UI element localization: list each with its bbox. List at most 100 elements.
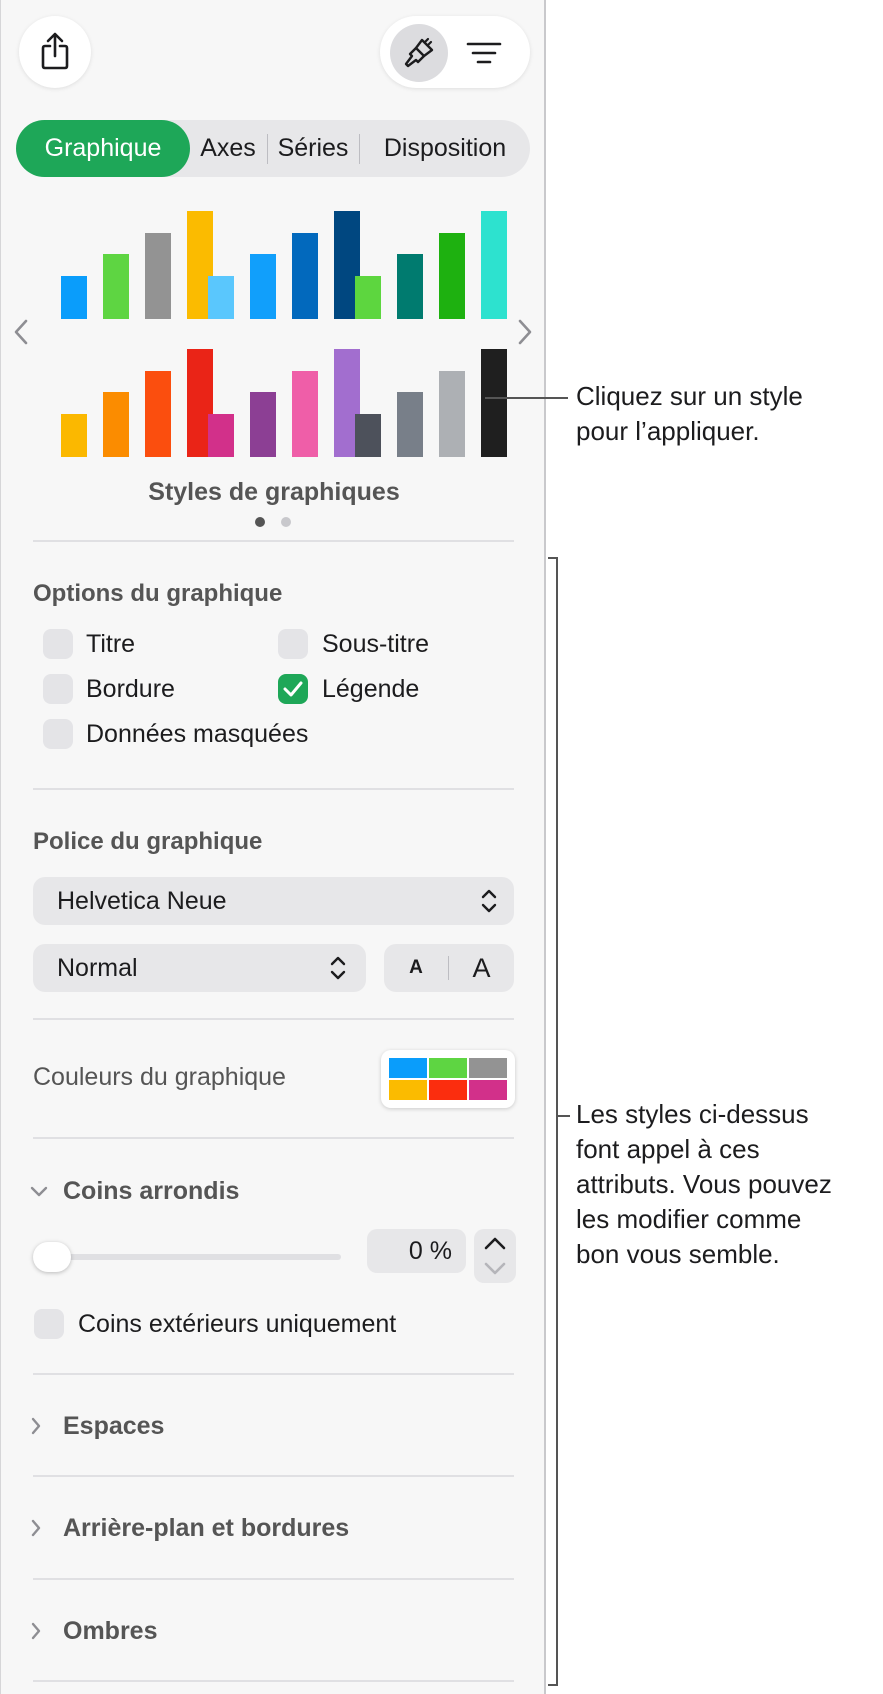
color-swatch [429,1058,467,1078]
callout-attributes-line-2: font appel à ces [576,1134,760,1164]
rounded-corners-title: Coins arrondis [63,1177,240,1205]
checkmark-icon [283,681,303,697]
chart-style-bar [103,254,129,319]
chart-style-bar [145,233,171,319]
color-swatch [389,1080,427,1100]
chart-style-bar [292,233,318,319]
chart-style-bar [208,276,234,319]
rounded-corners-value[interactable]: 0 % [367,1229,466,1273]
chevron-left-icon[interactable] [13,318,29,346]
divider [33,1137,514,1139]
rounded-corners-slider-knob[interactable] [33,1242,71,1272]
chevron-down-icon[interactable] [483,1261,507,1277]
chart-style-thumbnail[interactable] [59,207,213,319]
share-icon [41,32,69,70]
color-swatch [469,1080,507,1100]
callout-leader-line [485,397,568,399]
chevron-right-icon [31,1417,41,1435]
inspector-toolbar [380,16,530,88]
checkbox-donnees-masquees[interactable] [43,719,73,749]
tab-graphique[interactable]: Graphique [16,120,190,177]
callout-styles: Cliquez sur un style pour l’appliquer. [576,379,803,449]
increase-font-size-button[interactable]: A [449,944,514,992]
section-espaces-label: Espaces [63,1412,165,1440]
chart-style-bar [481,211,507,319]
chart-style-thumbnail[interactable] [353,345,507,457]
divider [33,540,514,542]
divider [33,1373,514,1375]
checkbox-titre-label: Titre [86,630,136,658]
callout-attributes-line-5: bon vous semble. [576,1239,780,1269]
page-dot[interactable] [281,517,291,527]
callout-bracket-bottom [548,1684,558,1686]
font-style-popup[interactable]: Normal [33,944,366,992]
font-family-value: Helvetica Neue [57,887,227,915]
color-swatch [429,1080,467,1100]
checkbox-bordure-label: Bordure [86,675,175,703]
updown-chevron-icon [330,956,346,980]
chart-colors-label: Couleurs du graphique [33,1063,286,1091]
checkbox-legende-label: Légende [322,675,420,703]
chart-style-bar [208,414,234,457]
callout-styles-line-2: pour l’appliquer. [576,416,760,446]
share-button[interactable] [19,16,91,88]
section-arriere-plan[interactable]: Arrière-plan et bordures [29,1510,529,1550]
chart-style-bar [355,414,381,457]
page-dot-active[interactable] [255,517,265,527]
callout-bracket-vertical [556,557,558,1686]
rounded-corners-header[interactable]: Coins arrondis [29,1173,529,1213]
section-arriere-plan-label: Arrière-plan et bordures [63,1514,350,1542]
paintbrush-icon [404,37,434,68]
chart-styles-title: Styles de graphiques [148,478,400,506]
chart-style-thumbnail[interactable] [353,207,507,319]
checkbox-legende[interactable] [278,674,308,704]
checkbox-bordure[interactable] [43,674,73,704]
format-button[interactable] [390,24,448,82]
chart-style-bar [481,349,507,457]
format-sidebar: Graphique Axes Séries Disposition Styles… [0,0,546,1694]
chevron-up-icon[interactable] [483,1235,507,1251]
checkbox-outer-corners[interactable] [34,1309,64,1339]
chart-style-thumbnail[interactable] [206,345,360,457]
section-espaces[interactable]: Espaces [29,1408,529,1448]
section-ombres[interactable]: Ombres [29,1613,529,1653]
chart-colors-button[interactable] [381,1050,515,1108]
rounded-corners-stepper[interactable] [474,1229,516,1283]
chevron-right-icon[interactable] [517,318,533,346]
checkbox-sous-titre-label: Sous-titre [322,630,429,658]
chart-style-bar [250,392,276,457]
font-family-popup[interactable]: Helvetica Neue [33,877,514,925]
chevron-down-icon [30,1186,48,1197]
section-ombres-label: Ombres [63,1617,158,1645]
chart-style-bar [250,254,276,319]
font-size-buttons: A A [384,944,514,992]
tab-disposition[interactable]: Disposition [360,120,530,177]
rounded-corners-slider-track[interactable] [33,1254,341,1260]
chart-style-bar [145,371,171,457]
checkbox-outer-corners-label: Coins extérieurs uniquement [78,1310,397,1338]
chevron-right-icon [31,1622,41,1640]
chart-font-title: Police du graphique [33,828,263,855]
checkbox-sous-titre[interactable] [278,629,308,659]
tab-series[interactable]: Séries [268,120,358,177]
divider [33,1680,514,1682]
callout-bracket-tick [556,1115,570,1117]
callout-attributes-line-1: Les styles ci-dessus [576,1099,809,1129]
chart-style-bar [397,392,423,457]
font-style-value: Normal [57,954,138,982]
color-swatch [469,1058,507,1078]
divider [33,1475,514,1477]
decrease-font-size-button[interactable]: A [384,944,448,992]
chart-style-bar [292,371,318,457]
chart-style-thumbnail[interactable] [59,345,213,457]
checkbox-donnees-masquees-label: Données masquées [86,720,309,748]
tab-axes[interactable]: Axes [190,120,266,177]
chart-style-thumbnail[interactable] [206,207,360,319]
chart-style-bar [61,414,87,457]
divider [33,1578,514,1580]
updown-chevron-icon [481,889,497,913]
chart-style-bar [397,254,423,319]
checkbox-titre[interactable] [43,629,73,659]
color-swatch [389,1058,427,1078]
list-lines-icon[interactable] [466,41,502,65]
